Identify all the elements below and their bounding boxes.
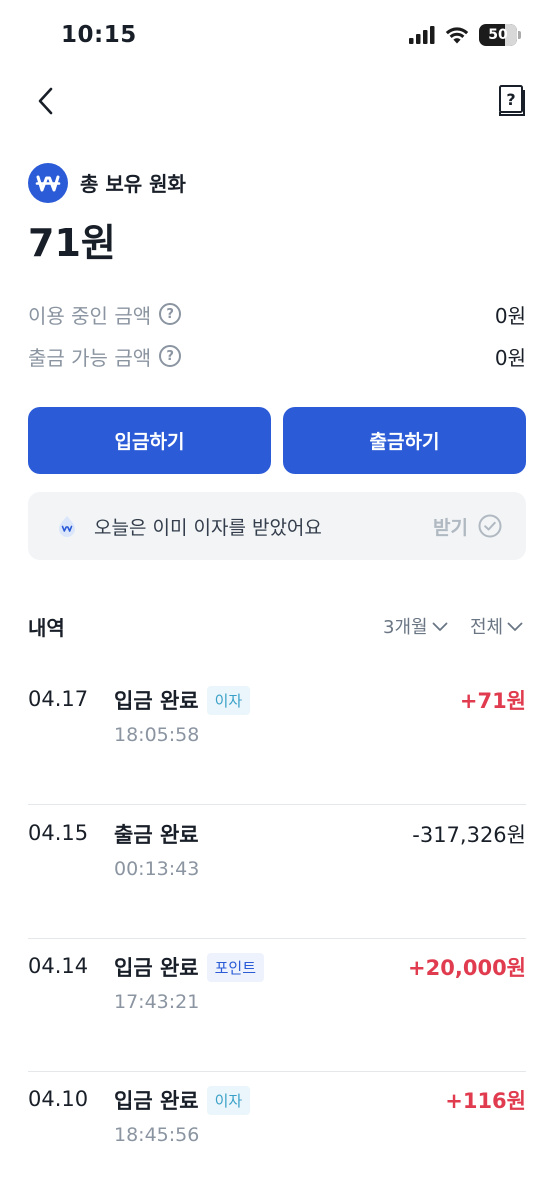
transaction-tag: 이자	[206, 685, 251, 715]
in-use-amount-row: 이용 중인 금액 ? 0원	[28, 297, 526, 331]
transaction-tag: 이자	[206, 1085, 251, 1115]
transaction-amount: +20,000원	[408, 956, 526, 980]
chevron-down-icon	[507, 622, 523, 631]
won-drop-icon	[59, 516, 75, 537]
question-circle-icon[interactable]: ?	[159, 303, 182, 325]
transaction-time: 00:13:43	[114, 858, 200, 880]
interest-banner: 오늘은 이미 이자를 받았어요 받기	[28, 492, 526, 560]
period-filter-dropdown[interactable]: 3개월	[383, 613, 448, 639]
withdrawable-value: 0원	[494, 345, 526, 370]
chevron-down-icon	[432, 622, 447, 631]
battery-level: 50	[488, 27, 508, 43]
transaction-amount: -317,326원	[412, 823, 526, 847]
history-title: 내역	[28, 616, 65, 640]
type-filter-label: 전체	[470, 617, 504, 638]
help-guide-button[interactable]: ?	[497, 84, 527, 118]
transaction-date: 04.17	[28, 687, 89, 711]
check-circle-icon	[478, 514, 502, 538]
transaction-date: 04.15	[28, 821, 89, 845]
chevron-left-icon	[38, 87, 53, 115]
transaction-time: 18:45:56	[114, 1124, 200, 1146]
transaction-status: 입금 완료	[114, 956, 199, 980]
question-circle-icon[interactable]: ?	[159, 345, 182, 367]
signal-icon	[409, 26, 435, 44]
back-button[interactable]	[28, 84, 62, 118]
wifi-icon	[445, 27, 469, 44]
transaction-time: 17:43:21	[114, 991, 200, 1013]
withdraw-button[interactable]: 출금하기	[283, 407, 526, 474]
period-filter-label: 3개월	[383, 617, 428, 638]
transaction-row[interactable]: 04.10 입금 완료 이자 18:45:56 +116원	[28, 1071, 526, 1200]
withdrawable-label: 출금 가능 금액	[28, 345, 152, 370]
transaction-amount: +71원	[459, 689, 526, 713]
receive-label: 받기	[433, 516, 468, 539]
account-title: 총 보유 원화	[80, 172, 186, 196]
in-use-value: 0원	[494, 303, 526, 328]
receive-interest-button[interactable]: 받기	[433, 513, 502, 540]
transaction-amount: +116원	[445, 1089, 526, 1113]
won-icon	[28, 163, 68, 203]
status-bar: 10:15 50	[0, 0, 555, 74]
withdrawable-amount-row: 출금 가능 금액 ? 0원	[28, 339, 526, 373]
interest-status-text: 오늘은 이미 이자를 받았어요	[94, 516, 322, 539]
transaction-row[interactable]: 04.17 입금 완료 이자 18:05:58 +71원	[28, 671, 526, 805]
transaction-status: 입금 완료	[114, 689, 199, 713]
transaction-status: 출금 완료	[114, 823, 199, 847]
transaction-time: 18:05:58	[114, 724, 200, 746]
transaction-date: 04.14	[28, 954, 89, 978]
status-icons: 50	[409, 24, 521, 46]
transaction-status: 입금 완료	[114, 1089, 199, 1113]
svg-text:?: ?	[506, 90, 515, 109]
transaction-date: 04.10	[28, 1087, 89, 1111]
transaction-row[interactable]: 04.14 입금 완료 포인트 17:43:21 +20,000원	[28, 938, 526, 1072]
transaction-row[interactable]: 04.15 출금 완료 00:13:43 -317,326원	[28, 805, 526, 939]
transaction-tag: 포인트	[206, 952, 264, 982]
deposit-button[interactable]: 입금하기	[28, 407, 271, 474]
type-filter-dropdown[interactable]: 전체	[470, 613, 523, 639]
in-use-label: 이용 중인 금액	[28, 303, 152, 328]
total-balance: 71원	[28, 221, 116, 265]
status-time: 10:15	[61, 22, 137, 48]
question-book-icon: ?	[499, 85, 525, 116]
battery-icon: 50	[479, 24, 521, 46]
